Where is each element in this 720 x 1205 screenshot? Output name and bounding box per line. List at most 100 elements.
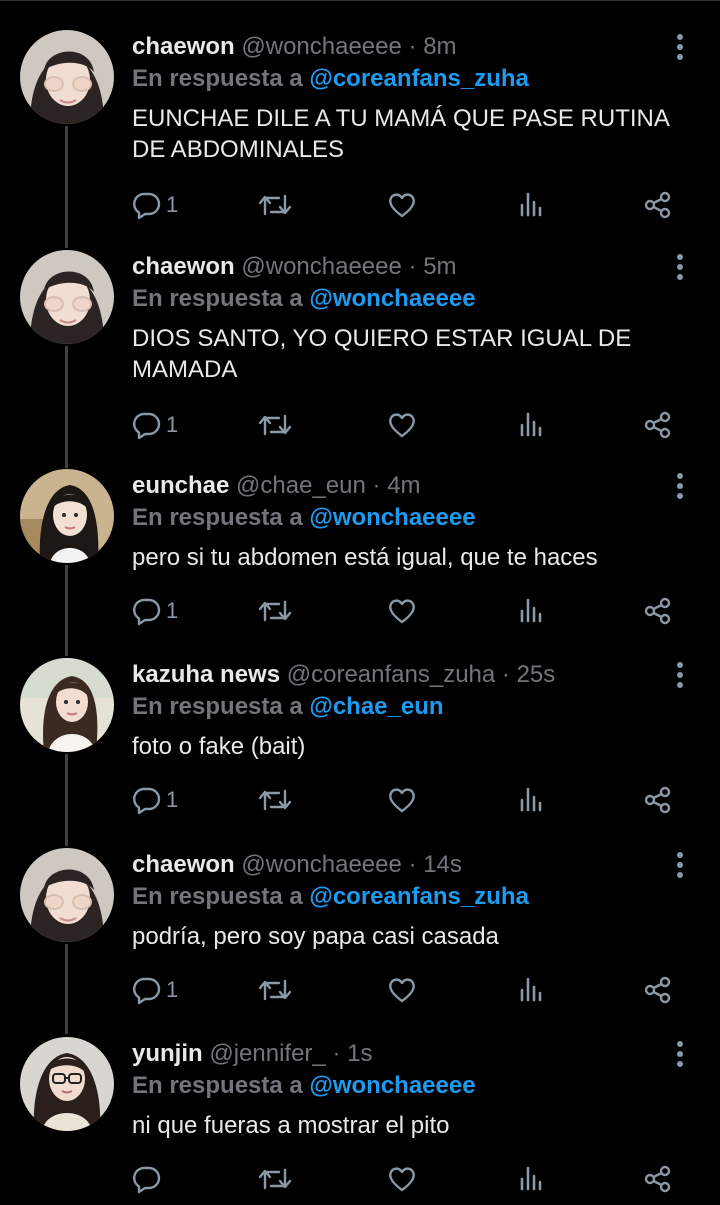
author-handle[interactable]: @wonchaeeee [241,851,401,878]
timestamp[interactable]: 14s [423,851,462,878]
more-vertical-icon [677,662,683,688]
reply-mention-link[interactable]: @coreanfans_zuha [309,883,528,910]
retweet-icon [258,414,292,436]
timestamp[interactable]: 8m [423,33,456,60]
reply-context: En respuesta a @coreanfans_zuha [132,64,529,94]
retweet-button[interactable] [257,405,293,445]
avatar[interactable] [20,30,114,124]
reply-button[interactable]: 1 [132,185,178,225]
share-button[interactable] [643,405,673,445]
share-icon [644,786,671,814]
reply-mention-link[interactable]: @wonchaeeee [309,1072,475,1099]
reply-button[interactable]: 1 [132,405,178,445]
timestamp[interactable]: 4m [387,472,420,499]
analytics-button[interactable] [517,591,547,631]
reply-icon [133,598,161,626]
like-button[interactable] [387,405,417,445]
author-handle[interactable]: @coreanfans_zuha [287,661,496,688]
author-name[interactable]: kazuha news [132,661,280,688]
like-button[interactable] [387,970,417,1010]
tweet-header: eunchae @chae_eun · 4m [132,471,421,501]
tweet-header: yunjin @jennifer_ · 1s [132,1039,372,1069]
retweet-button[interactable] [257,970,293,1010]
author-name[interactable]: chaewon [132,851,235,878]
reply-context: En respuesta a @coreanfans_zuha [132,882,529,912]
tweet-header: chaewon @wonchaeeee · 8m [132,32,457,62]
analytics-button[interactable] [517,780,547,820]
analytics-button[interactable] [517,185,547,225]
author-name[interactable]: eunchae [132,472,229,499]
reply-mention-link[interactable]: @coreanfans_zuha [309,65,528,92]
tweet-text: ni que fueras a mostrar el pito [132,1112,450,1139]
more-vertical-icon [677,34,683,60]
like-button[interactable] [387,185,417,225]
avatar[interactable] [20,848,114,942]
reply-prefix: En respuesta a [132,1072,303,1099]
share-button[interactable] [643,185,673,225]
author-name[interactable]: chaewon [132,33,235,60]
tweet-text: podría, pero soy papa casi casada [132,923,499,950]
conversation-thread: chaewon @wonchaeeee · 8m En respuesta a … [0,0,720,1205]
avatar[interactable] [20,250,114,344]
retweet-button[interactable] [257,780,293,820]
avatar[interactable] [20,1037,114,1131]
kazuha-avatar [20,658,114,752]
reply-context: En respuesta a @wonchaeeee [132,284,476,314]
author-handle[interactable]: @chae_eun [236,472,366,499]
tweet-header: chaewon @wonchaeeee · 14s [132,850,462,880]
author-handle[interactable]: @jennifer_ [209,1040,325,1067]
avatar[interactable] [20,469,114,563]
like-button[interactable] [387,1159,417,1199]
retweet-icon [258,1168,292,1190]
author-name[interactable]: chaewon [132,253,235,280]
share-button[interactable] [643,591,673,631]
tweet-actions [132,1159,692,1199]
heart-icon [389,193,415,218]
author-handle[interactable]: @wonchaeeee [241,33,401,60]
reply-prefix: En respuesta a [132,504,303,531]
like-button[interactable] [387,780,417,820]
share-icon [644,1165,671,1193]
share-button[interactable] [643,780,673,820]
more-options-button[interactable] [665,1037,695,1073]
analytics-button[interactable] [517,1159,547,1199]
chaewon-avatar [20,250,114,344]
retweet-button[interactable] [257,185,293,225]
timestamp[interactable]: 1s [347,1040,372,1067]
like-button[interactable] [387,591,417,631]
heart-icon [389,413,415,438]
reply-button[interactable] [132,1159,166,1199]
reply-button[interactable]: 1 [132,780,178,820]
analytics-button[interactable] [517,970,547,1010]
chaewon-avatar [20,848,114,942]
analytics-button[interactable] [517,405,547,445]
reply-button[interactable]: 1 [132,970,178,1010]
yunjin-avatar [20,1037,114,1131]
more-options-button[interactable] [665,848,695,884]
retweet-button[interactable] [257,1159,293,1199]
reply-button[interactable]: 1 [132,591,178,631]
reply-icon [133,1166,161,1194]
share-button[interactable] [643,1159,673,1199]
author-name[interactable]: yunjin [132,1040,203,1067]
share-button[interactable] [643,970,673,1010]
reply-mention-link[interactable]: @wonchaeeee [309,504,475,531]
more-options-button[interactable] [665,250,695,286]
avatar[interactable] [20,658,114,752]
timestamp[interactable]: 5m [423,253,456,280]
author-handle[interactable]: @wonchaeeee [241,253,401,280]
reply-mention-link[interactable]: @wonchaeeee [309,285,475,312]
retweet-icon [258,194,292,216]
more-options-button[interactable] [665,658,695,694]
tweet-text: pero si tu abdomen está igual, que te ha… [132,544,598,571]
more-options-button[interactable] [665,30,695,66]
eunchae-avatar [20,469,114,563]
retweet-button[interactable] [257,591,293,631]
reply-count: 1 [166,412,179,437]
reply-prefix: En respuesta a [132,65,303,92]
thread-connector-line [65,565,68,656]
more-vertical-icon [677,852,683,878]
more-options-button[interactable] [665,469,695,505]
reply-mention-link[interactable]: @chae_eun [309,693,443,720]
timestamp[interactable]: 25s [517,661,556,688]
